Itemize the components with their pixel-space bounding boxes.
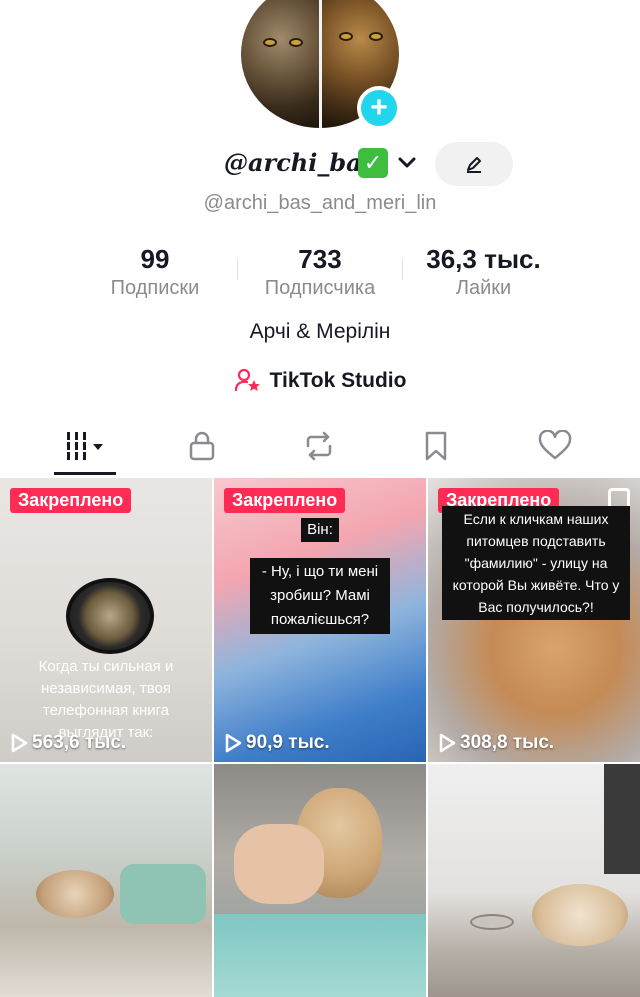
studio-label: TikTok Studio xyxy=(269,369,407,392)
videos-grid-icon xyxy=(67,432,103,460)
repost-icon xyxy=(306,431,332,461)
play-icon xyxy=(11,733,28,753)
divider xyxy=(402,258,403,280)
tab-liked[interactable] xyxy=(491,420,619,472)
tab-private[interactable] xyxy=(138,420,266,472)
stat-label: Подписки xyxy=(110,277,200,299)
edit-profile-button[interactable] xyxy=(435,142,513,186)
pinned-badge: Закреплено xyxy=(10,488,132,513)
stat-value: 733 xyxy=(298,244,342,274)
stat-value: 36,3 тыс. xyxy=(426,244,541,274)
stat-value: 99 xyxy=(140,244,170,274)
tab-reposts[interactable] xyxy=(255,420,383,472)
view-count-text: 308,8 тыс. xyxy=(460,732,555,753)
display-name: @archi_bas xyxy=(224,148,376,177)
view-count-text: 90,9 тыс. xyxy=(246,732,330,753)
video-tile[interactable] xyxy=(428,764,640,997)
plus-icon: + xyxy=(370,91,388,124)
verified-check-icon: ✓ xyxy=(358,148,388,178)
heart-icon xyxy=(538,430,572,460)
video-tile[interactable]: Закреплено Він: - Ну, і що ти мені зроби… xyxy=(214,478,426,762)
username: @archi_bas_and_meri_lin xyxy=(203,192,437,214)
video-tile[interactable]: Закреплено Если к кличкам наших питомцев… xyxy=(428,478,640,762)
stat-likes[interactable]: 36,3 тыс. Лайки xyxy=(416,244,551,300)
stats-row: 99 Подписки 733 Подписчика 36,3 тыс. Лай… xyxy=(100,244,560,306)
view-count: 90,9 тыс. xyxy=(224,732,330,754)
studio-user-star-icon xyxy=(234,368,260,392)
cat-eye xyxy=(289,38,303,47)
view-count: 308,8 тыс. xyxy=(438,732,554,754)
cat-eye xyxy=(339,32,353,41)
chevron-down-icon[interactable] xyxy=(396,152,418,174)
cat-eye xyxy=(369,32,383,41)
video-caption: Він: xyxy=(214,518,426,542)
cat-eye xyxy=(263,38,277,47)
stat-following[interactable]: 99 Подписки xyxy=(100,244,210,300)
blanket-shape xyxy=(214,914,426,997)
view-count: 563,6 тыс. xyxy=(10,732,126,754)
stat-label: Подписчика xyxy=(264,277,376,299)
tab-favorites[interactable] xyxy=(372,420,500,472)
lock-icon xyxy=(189,431,215,461)
cat-photo-left xyxy=(241,0,320,128)
cabinet-shape xyxy=(604,764,640,874)
play-icon xyxy=(439,733,456,753)
caption-line: Если к кличкам наших питомцев подставить… xyxy=(442,506,630,620)
video-caption: - Ну, і що ти мені зробиш? Мамі пожалієш… xyxy=(250,558,390,634)
video-caption: Если к кличкам наших питомцев подставить… xyxy=(442,506,630,620)
cushion xyxy=(120,864,206,924)
stat-followers[interactable]: 733 Подписчика xyxy=(255,244,385,300)
play-icon xyxy=(225,733,242,753)
wall-clock xyxy=(66,578,154,654)
food-bowl xyxy=(470,914,514,930)
tiktok-studio-link[interactable]: TikTok Studio xyxy=(0,368,640,394)
video-tile[interactable] xyxy=(0,764,212,997)
stat-label: Лайки xyxy=(455,277,512,299)
video-tile[interactable]: Закреплено Когда ты сильная и независима… xyxy=(0,478,212,762)
profile-tabs xyxy=(0,420,640,478)
divider xyxy=(237,258,238,280)
cat-shape xyxy=(36,870,114,918)
bio: Арчі & Мерілін xyxy=(249,320,391,343)
caption-line: Він: xyxy=(301,518,339,542)
cat-shape xyxy=(532,884,628,946)
active-tab-indicator xyxy=(54,472,116,475)
caption-line: - Ну, і що ти мені зробиш? Мамі пожалієш… xyxy=(250,558,390,634)
avatar-divider xyxy=(319,0,322,128)
video-caption: Когда ты сильная и независимая, твоя тел… xyxy=(38,658,174,741)
pinned-badge: Закреплено xyxy=(224,488,346,513)
video-grid: Закреплено Когда ты сильная и независима… xyxy=(0,478,640,997)
profile-avatar[interactable]: + xyxy=(241,0,401,130)
video-tile[interactable] xyxy=(214,764,426,997)
bookmark-icon xyxy=(425,431,447,461)
name-row: @archi_bas ✓ xyxy=(0,140,640,190)
add-story-button[interactable]: + xyxy=(357,86,401,130)
tab-videos[interactable] xyxy=(21,420,149,472)
pencil-icon xyxy=(467,157,481,173)
hand-shape xyxy=(234,824,324,904)
view-count-text: 563,6 тыс. xyxy=(32,732,127,753)
